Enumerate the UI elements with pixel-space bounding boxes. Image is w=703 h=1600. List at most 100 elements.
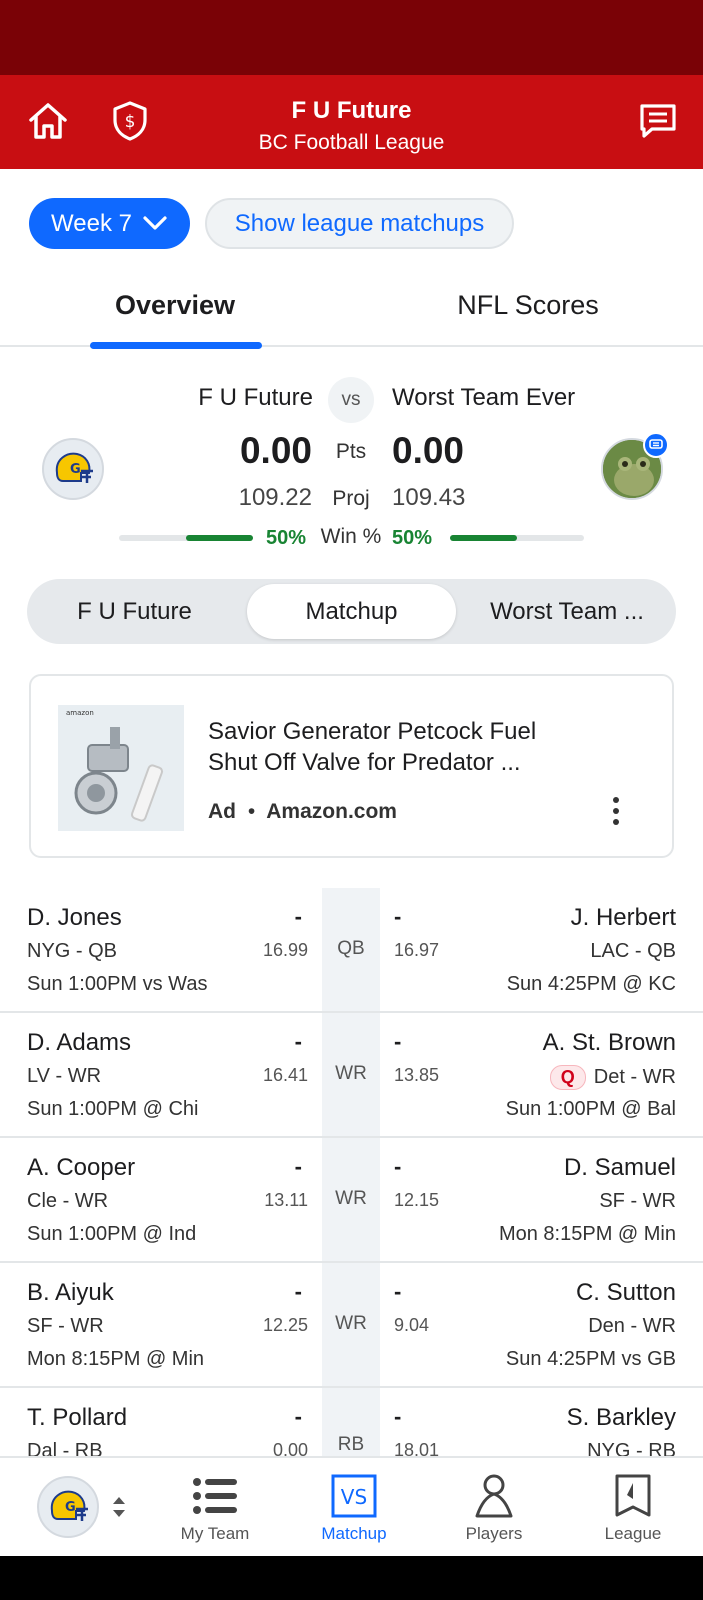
player-info-left: SF - WR bbox=[27, 1315, 104, 1337]
chat-bubble-icon[interactable] bbox=[643, 432, 669, 458]
win-probability-fill-left bbox=[186, 535, 253, 541]
segment-my-team[interactable]: F U Future bbox=[32, 584, 237, 639]
nav-league[interactable]: League bbox=[573, 1468, 693, 1544]
win-probability-bar-right bbox=[450, 535, 584, 541]
position-label: RB bbox=[337, 1434, 365, 1455]
svg-text:VS: VS bbox=[341, 1485, 367, 1509]
projection-left: 109.22 bbox=[238, 484, 312, 511]
chat-icon[interactable] bbox=[634, 97, 682, 145]
position-label: WR bbox=[335, 1313, 367, 1334]
position-label: WR bbox=[335, 1188, 367, 1209]
player-row[interactable]: D. Jones NYG - QB Sun 1:00PM vs Was - 16… bbox=[0, 888, 703, 1013]
player-name-right[interactable]: J. Herbert bbox=[571, 904, 676, 932]
nav-label: My Team bbox=[180, 1524, 250, 1543]
nav-players[interactable]: Players bbox=[434, 1468, 554, 1544]
player-info-right: Den - WR bbox=[588, 1315, 676, 1338]
week-selector[interactable]: Week 7 bbox=[29, 198, 190, 249]
player-proj-right: 9.04 bbox=[394, 1315, 430, 1335]
player-name-left[interactable]: D. Adams bbox=[27, 1029, 131, 1057]
player-proj-left: 16.41 bbox=[262, 1065, 308, 1085]
player-score-right: - bbox=[394, 1279, 402, 1304]
ad-source: Amazon.com bbox=[266, 800, 397, 823]
player-name-right[interactable]: A. St. Brown bbox=[543, 1029, 676, 1057]
player-proj-left: 13.11 bbox=[264, 1190, 308, 1210]
sort-arrows-icon[interactable] bbox=[110, 1494, 128, 1525]
player-proj-right: 13.85 bbox=[394, 1065, 440, 1085]
segment-matchup[interactable]: Matchup bbox=[247, 584, 456, 639]
player-game-left: Mon 8:15PM @ Min bbox=[27, 1348, 205, 1370]
player-name-right[interactable]: C. Sutton bbox=[576, 1279, 676, 1307]
ad-card[interactable]: amazon Savior Generator Petcock Fuel Shu… bbox=[29, 674, 674, 858]
ad-meta: Ad • Amazon.com bbox=[208, 800, 397, 824]
player-proj-left: 12.25 bbox=[262, 1315, 308, 1335]
player-game-left: Sun 1:00PM @ Ind bbox=[27, 1223, 197, 1245]
ad-product-image[interactable]: amazon bbox=[58, 705, 184, 831]
league-name: BC Football League bbox=[258, 131, 445, 154]
points-right: 0.00 bbox=[392, 430, 465, 471]
banner-icon bbox=[573, 1468, 693, 1524]
points-left: 0.00 bbox=[239, 430, 312, 471]
player-team-pos-right: Den - WR bbox=[588, 1315, 676, 1337]
player-game-right: Sun 4:25PM @ KC bbox=[506, 973, 676, 995]
player-score-left: - bbox=[294, 904, 302, 929]
projection-right: 109.43 bbox=[392, 484, 466, 511]
player-row[interactable]: B. Aiyuk SF - WR Mon 8:15PM @ Min - 12.2… bbox=[0, 1263, 703, 1388]
player-row[interactable]: D. Adams LV - WR Sun 1:00PM @ Chi - 16.4… bbox=[0, 1013, 703, 1138]
status-bar bbox=[0, 0, 703, 75]
player-name-right[interactable]: S. Barkley bbox=[567, 1404, 676, 1432]
player-info-right: LAC - QB bbox=[590, 940, 676, 963]
more-options-icon[interactable] bbox=[611, 796, 621, 826]
svg-text:G: G bbox=[70, 462, 81, 477]
team-avatar-left[interactable]: G bbox=[42, 438, 104, 500]
player-game-right: Mon 8:15PM @ Min bbox=[498, 1223, 676, 1245]
team-name-left[interactable]: F U Future bbox=[198, 384, 313, 412]
win-pct-left: 50% bbox=[266, 527, 307, 549]
player-game-left: Sun 1:00PM @ Chi bbox=[27, 1098, 199, 1120]
tab-nfl-scores[interactable]: NFL Scores bbox=[408, 290, 648, 321]
helmet-icon: G bbox=[50, 1490, 88, 1521]
app-header: $ F U Future BC Football League bbox=[0, 75, 703, 169]
player-name-left[interactable]: B. Aiyuk bbox=[27, 1279, 114, 1307]
player-team-pos-right: Det - WR bbox=[593, 1066, 676, 1088]
win-probability-bar-left bbox=[119, 535, 253, 541]
player-score-right: - bbox=[394, 1404, 402, 1429]
injury-status-badge[interactable]: Q bbox=[549, 1065, 586, 1090]
win-pct-right: 50% bbox=[392, 527, 433, 549]
dot-separator: • bbox=[247, 800, 256, 823]
matchup-segmented-control: F U Future Matchup Worst Team ... bbox=[27, 579, 676, 644]
vs-icon: VS bbox=[294, 1468, 414, 1524]
player-row[interactable]: A. Cooper Cle - WR Sun 1:00PM @ Ind - 13… bbox=[0, 1138, 703, 1263]
team-switcher-avatar[interactable]: G bbox=[37, 1476, 99, 1538]
player-info-left: Cle - WR bbox=[27, 1190, 109, 1212]
player-name-right[interactable]: D. Samuel bbox=[564, 1154, 676, 1182]
player-score-right: - bbox=[394, 1029, 402, 1054]
ad-title[interactable]: Savior Generator Petcock Fuel Shut Off V… bbox=[208, 716, 588, 778]
bottom-nav: G My Team VS Matchup Players League bbox=[0, 1456, 703, 1556]
player-score-left: - bbox=[294, 1279, 302, 1304]
player-name-left[interactable]: A. Cooper bbox=[27, 1154, 135, 1182]
player-team-pos-right: LAC - QB bbox=[590, 940, 676, 962]
nav-label: League bbox=[604, 1524, 662, 1543]
player-score-left: - bbox=[294, 1029, 302, 1054]
tab-overview[interactable]: Overview bbox=[55, 290, 295, 321]
player-team-pos-right: SF - WR bbox=[599, 1190, 676, 1212]
player-info-right: SF - WR bbox=[599, 1190, 676, 1213]
chevron-down-icon bbox=[142, 210, 168, 238]
proj-label: Proj bbox=[332, 487, 370, 510]
player-name-left[interactable]: D. Jones bbox=[27, 904, 122, 932]
amazon-logo-text: amazon bbox=[66, 709, 94, 717]
show-league-matchups-button[interactable]: Show league matchups bbox=[205, 198, 514, 249]
person-icon bbox=[434, 1468, 554, 1524]
list-icon bbox=[155, 1468, 275, 1524]
position-label: WR bbox=[335, 1063, 367, 1084]
player-score-left: - bbox=[294, 1404, 302, 1429]
segment-opponent[interactable]: Worst Team ... bbox=[463, 584, 671, 639]
nav-matchup[interactable]: VS Matchup bbox=[294, 1468, 414, 1544]
win-label: Win % bbox=[320, 525, 382, 548]
player-score-right: - bbox=[394, 904, 402, 929]
nav-my-team[interactable]: My Team bbox=[155, 1468, 275, 1544]
team-name-right[interactable]: Worst Team Ever bbox=[392, 384, 575, 412]
player-name-left[interactable]: T. Pollard bbox=[27, 1404, 127, 1432]
player-score-right: - bbox=[394, 1154, 402, 1179]
player-info-left: NYG - QB bbox=[27, 940, 118, 962]
